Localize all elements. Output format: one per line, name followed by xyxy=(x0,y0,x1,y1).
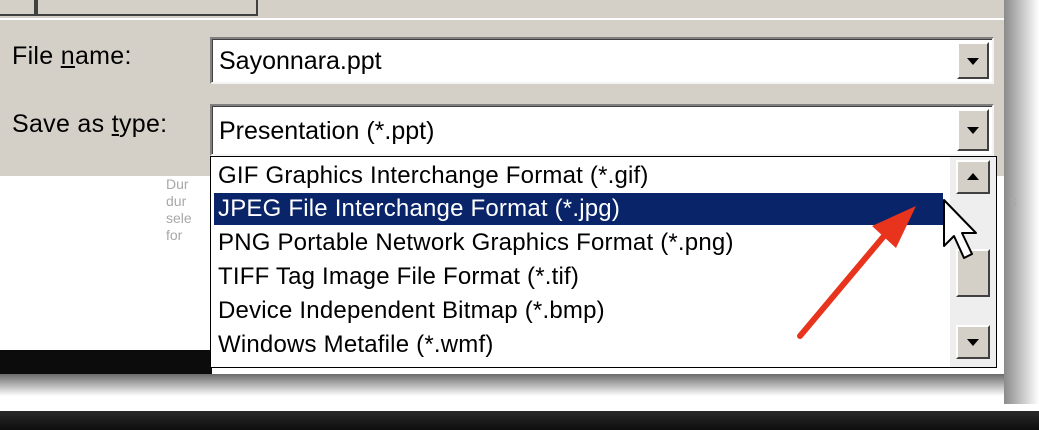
mouse-pointer-icon xyxy=(943,199,977,259)
annotation-overlay xyxy=(797,199,977,339)
red-arrow-icon xyxy=(797,206,916,339)
screenshot-stage: File name: Sayonnara.ppt Save as type: P… xyxy=(0,0,1039,430)
